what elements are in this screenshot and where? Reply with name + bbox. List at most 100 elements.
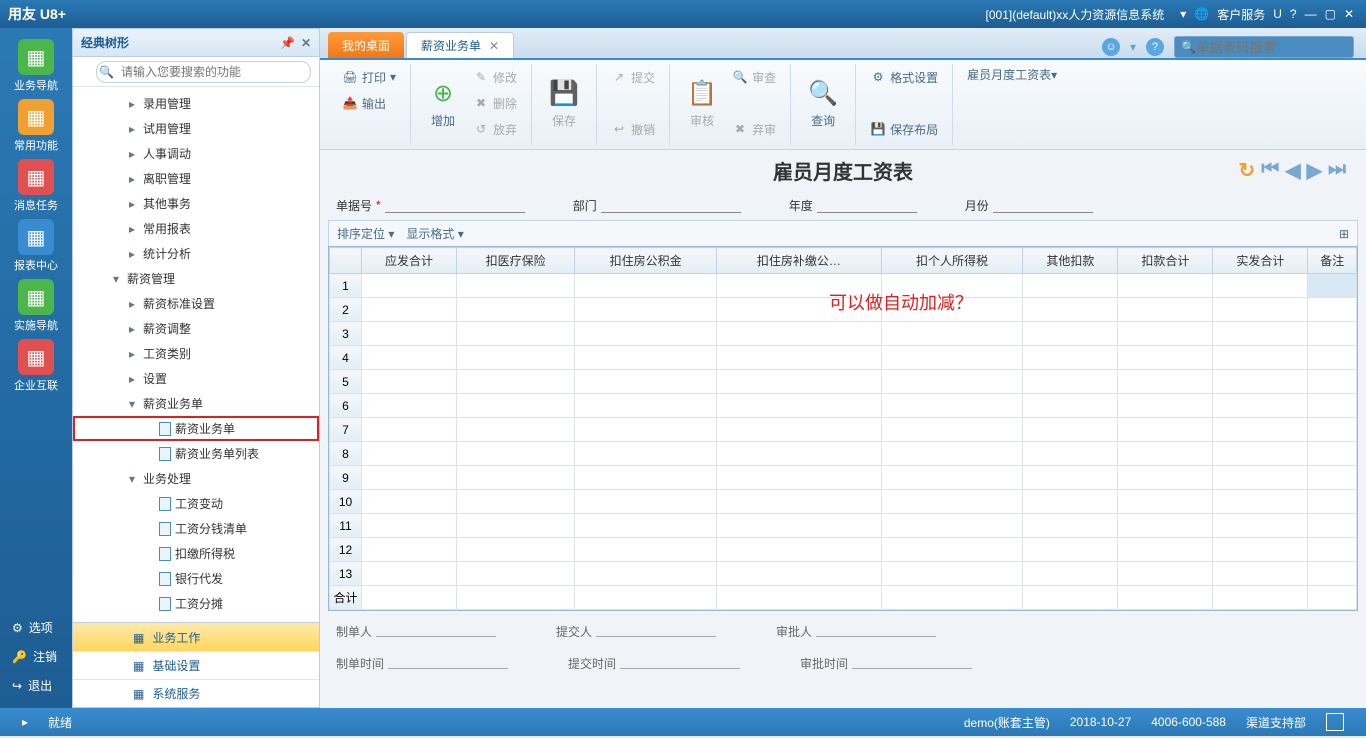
cell[interactable] bbox=[716, 346, 881, 370]
cell[interactable] bbox=[1308, 394, 1357, 418]
tab-salary-voucher[interactable]: 薪资业务单✕ bbox=[406, 32, 514, 58]
cell[interactable] bbox=[575, 394, 717, 418]
add-button[interactable]: ⊕增加 bbox=[419, 64, 467, 142]
nav-报表中心[interactable]: ▦报表中心 bbox=[8, 218, 64, 274]
delete-button[interactable]: ✖删除 bbox=[467, 90, 523, 116]
pin-icon[interactable]: 📌 bbox=[280, 36, 295, 50]
cell[interactable] bbox=[881, 490, 1023, 514]
col-2[interactable]: 扣医疗保险 bbox=[457, 248, 575, 274]
field-dept-input[interactable] bbox=[601, 197, 741, 213]
refresh-icon[interactable]: ↻ bbox=[1238, 158, 1255, 183]
row-num[interactable]: 10 bbox=[330, 490, 362, 514]
cell[interactable] bbox=[716, 274, 881, 298]
cell[interactable] bbox=[1308, 514, 1357, 538]
tree-search-input[interactable] bbox=[96, 61, 311, 83]
cell[interactable] bbox=[1308, 274, 1357, 298]
cell[interactable] bbox=[457, 490, 575, 514]
cell[interactable] bbox=[362, 466, 457, 490]
cell[interactable] bbox=[1213, 274, 1308, 298]
cell[interactable] bbox=[881, 322, 1023, 346]
cell[interactable] bbox=[457, 274, 575, 298]
cell[interactable] bbox=[1023, 418, 1118, 442]
cell[interactable] bbox=[1308, 442, 1357, 466]
tree-item-银行代发[interactable]: 银行代发 bbox=[73, 566, 319, 591]
expand-icon[interactable]: ▸ bbox=[22, 715, 28, 729]
col-4[interactable]: 扣住房补缴公… bbox=[716, 248, 881, 274]
globe-icon[interactable]: 🌐 bbox=[1194, 7, 1209, 21]
cell[interactable] bbox=[1118, 394, 1213, 418]
cell[interactable] bbox=[1308, 370, 1357, 394]
cell[interactable] bbox=[575, 562, 717, 586]
report-dropdown[interactable]: 雇员月度工资表 ▾ bbox=[961, 64, 1063, 85]
tree-item-薪资调整[interactable]: ▸薪资调整 bbox=[73, 316, 319, 341]
revoke-button[interactable]: ↩撤销 bbox=[605, 116, 661, 142]
cell[interactable] bbox=[457, 538, 575, 562]
cell[interactable] bbox=[575, 514, 717, 538]
cell[interactable] bbox=[1023, 442, 1118, 466]
tree-item-录用管理[interactable]: ▸录用管理 bbox=[73, 91, 319, 116]
cell[interactable] bbox=[362, 442, 457, 466]
cell[interactable] bbox=[881, 274, 1023, 298]
cell[interactable] bbox=[881, 514, 1023, 538]
cell[interactable] bbox=[575, 346, 717, 370]
first-record-icon[interactable]: ⏮ bbox=[1261, 158, 1279, 183]
corner-icon[interactable] bbox=[1326, 713, 1344, 731]
nav-实施导航[interactable]: ▦实施导航 bbox=[8, 278, 64, 334]
save-layout-button[interactable]: 💾保存布局 bbox=[864, 116, 944, 142]
nav-业务导航[interactable]: ▦业务导航 bbox=[8, 38, 64, 94]
cell[interactable] bbox=[362, 538, 457, 562]
audit-button[interactable]: 📋审核 bbox=[678, 64, 726, 142]
col-6[interactable]: 其他扣款 bbox=[1023, 248, 1118, 274]
cell[interactable] bbox=[716, 562, 881, 586]
cell[interactable] bbox=[1118, 490, 1213, 514]
cell[interactable] bbox=[362, 322, 457, 346]
row-num[interactable]: 12 bbox=[330, 538, 362, 562]
tab-dropdown-icon[interactable]: ▾ bbox=[1130, 40, 1136, 54]
footer-注销[interactable]: 🔑注销 bbox=[0, 642, 72, 671]
dropdown-icon[interactable]: ▾ bbox=[1180, 7, 1186, 21]
cell[interactable] bbox=[1118, 466, 1213, 490]
col-5[interactable]: 扣个人所得税 bbox=[881, 248, 1023, 274]
review-button[interactable]: 🔍审查 bbox=[726, 64, 782, 90]
close-tab-icon[interactable]: ✕ bbox=[489, 39, 499, 53]
display-format-button[interactable]: 显示格式 ▾ bbox=[406, 225, 463, 242]
cell[interactable] bbox=[881, 346, 1023, 370]
tree-item-工资分摊[interactable]: 工资分摊 bbox=[73, 591, 319, 616]
save-button[interactable]: 💾保存 bbox=[540, 64, 588, 142]
format-button[interactable]: ⚙格式设置 bbox=[864, 64, 944, 90]
bottom-tab-业务工作[interactable]: ▦业务工作 bbox=[73, 623, 319, 651]
cell[interactable] bbox=[1023, 514, 1118, 538]
cell[interactable] bbox=[1213, 442, 1308, 466]
query-button[interactable]: 🔍查询 bbox=[799, 64, 847, 142]
nav-常用功能[interactable]: ▦常用功能 bbox=[8, 98, 64, 154]
cell[interactable] bbox=[1213, 370, 1308, 394]
cell[interactable] bbox=[881, 394, 1023, 418]
print-button[interactable]: 🖨打印 ▾ bbox=[336, 64, 402, 90]
cell[interactable] bbox=[575, 466, 717, 490]
cell[interactable] bbox=[1023, 490, 1118, 514]
cell[interactable] bbox=[716, 322, 881, 346]
cell[interactable] bbox=[1118, 370, 1213, 394]
cell[interactable] bbox=[575, 370, 717, 394]
row-num[interactable]: 9 bbox=[330, 466, 362, 490]
cell[interactable] bbox=[575, 490, 717, 514]
cell[interactable] bbox=[881, 370, 1023, 394]
smile-icon[interactable]: ☺ bbox=[1102, 38, 1120, 56]
cell[interactable] bbox=[716, 298, 881, 322]
field-year-input[interactable] bbox=[817, 197, 917, 213]
cell[interactable] bbox=[1308, 346, 1357, 370]
close-tree-icon[interactable]: ✕ bbox=[301, 36, 311, 50]
tree-item-薪资标准设置[interactable]: ▸薪资标准设置 bbox=[73, 291, 319, 316]
row-num[interactable]: 11 bbox=[330, 514, 362, 538]
grid-config-icon[interactable]: ⊞ bbox=[1339, 227, 1349, 241]
tab-my-desktop[interactable]: 我的桌面 bbox=[328, 32, 404, 58]
cell[interactable] bbox=[1118, 442, 1213, 466]
cell[interactable] bbox=[881, 466, 1023, 490]
tree-item-工资变动[interactable]: 工资变动 bbox=[73, 491, 319, 516]
row-num[interactable]: 3 bbox=[330, 322, 362, 346]
tree-item-薪资管理[interactable]: ▾薪资管理 bbox=[73, 266, 319, 291]
cell[interactable] bbox=[1023, 562, 1118, 586]
cell[interactable] bbox=[362, 562, 457, 586]
cell[interactable] bbox=[1118, 514, 1213, 538]
cell[interactable] bbox=[1023, 274, 1118, 298]
